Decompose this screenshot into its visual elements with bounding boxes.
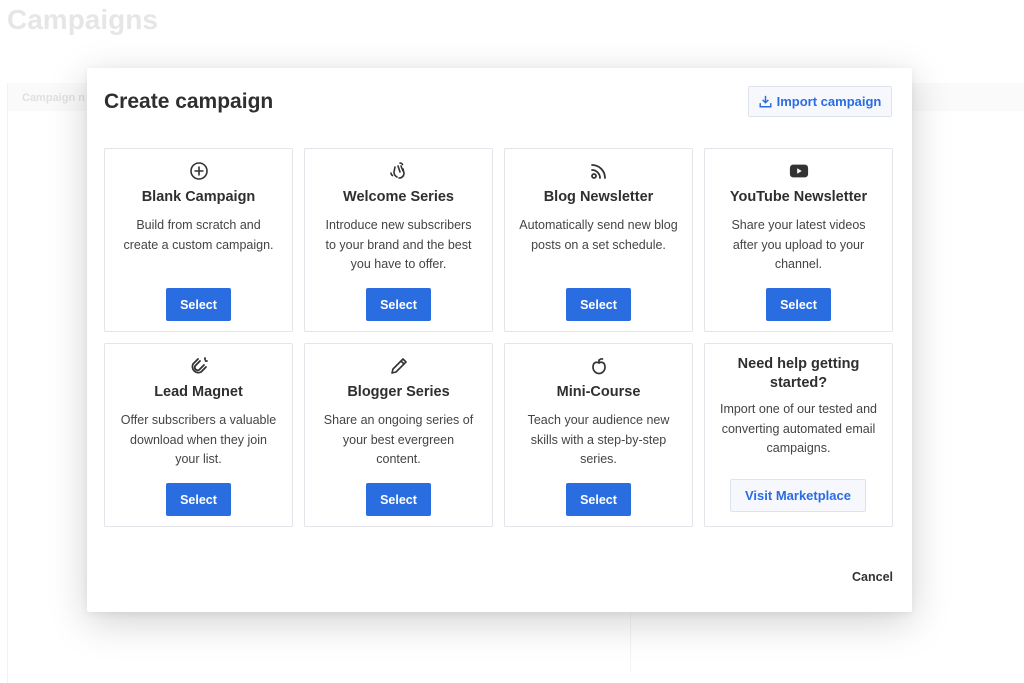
template-card-lead-magnet: Lead Magnet Offer subscribers a valuable…: [104, 343, 293, 527]
help-card-description: Import one of our tested and converting …: [719, 402, 878, 455]
select-welcome-series-button[interactable]: Select: [366, 288, 431, 321]
template-card-welcome-series: Welcome Series Introduce new subscribers…: [304, 148, 493, 332]
create-campaign-modal: Create campaign Import campaign Blank Ca…: [87, 68, 912, 612]
campaign-template-grid: Blank Campaign Build from scratch and cr…: [104, 148, 893, 527]
template-card-blog-newsletter: Blog Newsletter Automatically send new b…: [504, 148, 693, 332]
card-title: Blank Campaign: [141, 189, 256, 205]
select-lead-magnet-button[interactable]: Select: [166, 483, 231, 516]
select-blank-campaign-button[interactable]: Select: [166, 288, 231, 321]
card-description: Automatically send new blog posts on a s…: [519, 218, 678, 252]
select-blog-newsletter-button[interactable]: Select: [566, 288, 631, 321]
cancel-button[interactable]: Cancel: [852, 570, 893, 584]
youtube-icon: [789, 164, 808, 178]
select-mini-course-button[interactable]: Select: [566, 483, 631, 516]
rss-icon: [590, 164, 606, 179]
help-card-title: Need help getting started?: [737, 356, 860, 391]
card-title: Blogger Series: [347, 384, 450, 400]
template-card-mini-course: Mini-Course Teach your audience new skil…: [504, 343, 693, 527]
card-title: Welcome Series: [343, 189, 454, 205]
import-campaign-label: Import campaign: [776, 94, 882, 109]
card-title: Mini-Course: [556, 384, 641, 400]
card-description: Build from scratch and create a custom c…: [123, 218, 274, 252]
import-campaign-button[interactable]: Import campaign: [748, 86, 892, 117]
card-title: Lead Magnet: [154, 384, 243, 400]
modal-title: Create campaign: [104, 90, 274, 113]
template-card-blogger-series: Blogger Series Share an ongoing series o…: [304, 343, 493, 527]
download-tray-icon: [759, 95, 772, 108]
card-description: Introduce new subscribers to your brand …: [325, 218, 472, 271]
card-description: Share your latest videos after you uploa…: [731, 218, 866, 271]
apple-icon: [591, 357, 606, 375]
visit-marketplace-button[interactable]: Visit Marketplace: [730, 479, 866, 512]
card-title: YouTube Newsletter: [729, 189, 868, 205]
pencil-icon: [390, 358, 407, 374]
plus-circle-icon: [189, 162, 208, 180]
select-youtube-newsletter-button[interactable]: Select: [766, 288, 831, 321]
select-blogger-series-button[interactable]: Select: [366, 483, 431, 516]
template-card-blank-campaign: Blank Campaign Build from scratch and cr…: [104, 148, 293, 332]
card-title: Blog Newsletter: [543, 189, 654, 205]
card-description: Share an ongoing series of your best eve…: [323, 413, 474, 466]
magnet-icon: [191, 357, 208, 374]
help-card: Need help getting started? Import one of…: [704, 343, 893, 527]
card-description: Teach your audience new skills with a st…: [527, 413, 670, 466]
waving-hand-icon: [389, 162, 405, 179]
card-description: Offer subscribers a valuable download wh…: [120, 413, 277, 466]
template-card-youtube-newsletter: YouTube Newsletter Share your latest vid…: [704, 148, 893, 332]
